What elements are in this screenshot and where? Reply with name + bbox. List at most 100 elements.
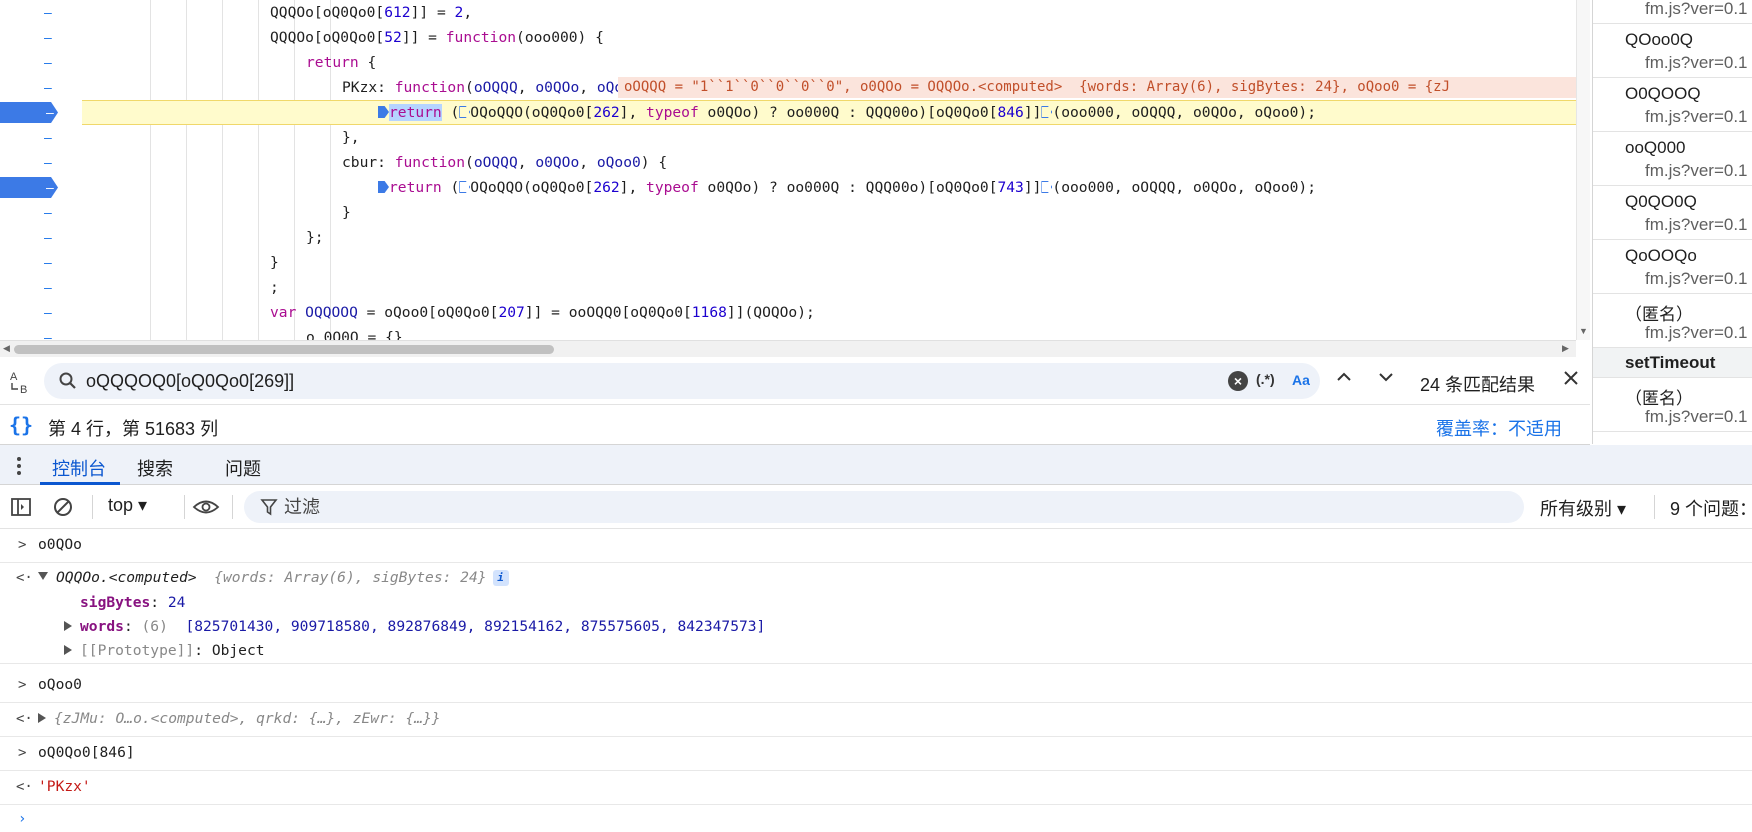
gutter-line[interactable]: – [0,225,82,250]
info-icon[interactable]: i [492,570,509,586]
editor-status-bar: {} 第 4 行，第 51683 列 覆盖率：不适用 [0,405,1590,445]
call-stack-frame[interactable]: fm.js?ver=0.1 [1593,0,1752,24]
code-line[interactable]: var OQQOOQ = oQoo0[oQ0Qo0[207]] = ooOQQ0… [82,300,1576,325]
horizontal-scroll-thumb[interactable] [14,345,554,354]
match-case-ab-icon[interactable]: A B [8,369,36,397]
expand-triangle-icon[interactable] [38,713,46,723]
console-result-row[interactable]: <· {zJMu: O…o.<computed>, qrkd: {…}, zEwr… [0,707,1752,737]
tab-issues[interactable]: 问题 [225,455,261,481]
context-selector[interactable]: top ▾ [108,495,147,516]
frame-file-name: fm.js?ver=0.1 [1645,161,1748,180]
console-input-row[interactable]: > oQoo0 [0,673,1752,703]
result-class-name: OQQOo.<computed> [56,569,197,586]
expand-triangle-icon[interactable] [64,621,72,631]
scroll-down-icon[interactable]: ▼ [1579,326,1588,336]
live-expression-eye-icon[interactable] [192,496,220,518]
gutter-line[interactable]: – [0,75,82,100]
vertical-scrollbar[interactable]: ▼ [1576,0,1590,340]
code-line[interactable]: } [82,250,1576,275]
code-line[interactable]: return (OQoQQO(oQ0Qo0[262], typeof o0QOo… [82,175,1576,200]
sidebar-toggle-icon[interactable] [10,496,32,518]
frame-file-name: fm.js?ver=0.1 [1645,107,1748,126]
call-stack-frame[interactable]: ooQ000 fm.js?ver=0.1 [1593,132,1752,186]
call-stack-frame[interactable]: （匿名） fm.js?ver=0.1 [1593,378,1752,432]
code-area[interactable]: QQQOo[oQ0Qo0[612]] = 2, QQQOo[oQ0Qo0[52]]… [82,0,1576,346]
source-editor[interactable]: – – – – – – – – – – – – – – QQQOo[oQ0Qo0[612]] = 2, QQ… [0,0,1590,357]
regex-toggle-button[interactable]: (.*) [1256,371,1275,387]
clear-search-icon[interactable]: × [1228,371,1248,391]
gutter-line[interactable]: – [0,300,82,325]
console-result-row[interactable]: <· OQQOo.<computed> {words: Array(6), sig… [0,566,1752,591]
more-options-icon[interactable] [14,455,24,477]
frame-function-name: O0QOOQ [1625,84,1701,103]
gutter-dash: – [44,154,52,170]
gutter-line[interactable]: – [0,125,82,150]
horizontal-scrollbar[interactable]: ◀ ▶ [0,340,1576,357]
code-line[interactable]: return { [82,50,1576,75]
result-summary: {zJMu: O…o.<computed>, qrkd: {…}, zEwr: … [54,710,441,727]
call-stack-frame[interactable]: O0QOOQ fm.js?ver=0.1 [1593,78,1752,132]
breakpoint-marker[interactable]: – [0,102,58,123]
code-line[interactable]: QQQOo[oQ0Qo0[52]] = function(ooo000) { [82,25,1576,50]
expand-triangle-icon[interactable] [64,645,72,655]
gutter-line[interactable]: – [0,250,82,275]
console-prompt-row[interactable]: › [0,811,1752,831]
code-line[interactable]: PKzx: function(oOQQQ, o0QOo, oQoo0) {oOQ… [82,75,1576,100]
next-match-icon[interactable] [1376,367,1396,387]
gutter-line[interactable]: – [0,150,82,175]
object-property-row[interactable]: words: (6) [825701430, 909718580, 892876… [0,615,1752,639]
expand-triangle-icon[interactable] [38,572,48,580]
current-execution-line[interactable]: return (OQoQQO(oQ0Qo0[262], typeof o0QOo… [82,100,1576,125]
console-result-row[interactable]: <· 'PKzx' [0,775,1752,805]
code-line[interactable]: }; [82,225,1576,250]
tab-search[interactable]: 搜索 [137,455,173,481]
filter-input[interactable] [284,491,1484,523]
call-stack-frame[interactable]: （匿名） fm.js?ver=0.1 [1593,294,1752,348]
property-value: Object [211,642,265,659]
console-caret-icon: › [18,811,27,827]
input-expression: oQ0Qo0[846] [38,744,135,761]
code-line[interactable]: } [82,200,1576,225]
call-stack-frame[interactable]: QoOOQo fm.js?ver=0.1 [1593,240,1752,294]
match-case-button[interactable]: Aa [1292,372,1310,388]
call-stack-frame[interactable]: QOoo0Q fm.js?ver=0.1 [1593,24,1752,78]
close-search-icon[interactable] [1560,367,1582,389]
code-line[interactable]: ; [82,275,1576,300]
code-line[interactable]: cbur: function(oOQQQ, o0QOo, oQoo0) { [82,150,1576,175]
pretty-print-braces-icon[interactable]: {} [9,413,33,437]
log-levels-dropdown[interactable]: 所有级别 ▾ [1540,495,1626,521]
issues-count-button[interactable]: 9 个问题： [1670,495,1752,521]
toolbar-divider [232,495,233,519]
scroll-right-icon[interactable]: ▶ [1562,343,1569,354]
console-input-row[interactable]: > o0QOo [0,533,1752,563]
breakpoint-marker[interactable]: – [0,177,58,198]
frame-file-name: fm.js?ver=0.1 [1645,53,1748,72]
gutter-line[interactable]: – [0,275,82,300]
console-output[interactable]: > o0QOo <· OQQOo.<computed> {words: Array(6… [0,529,1752,832]
gutter-line[interactable]: – [0,50,82,75]
gutter-dash: – [44,304,52,320]
gutter-line[interactable]: – [0,175,82,200]
svg-text:A: A [10,371,18,383]
code-line[interactable]: QQQOo[oQ0Qo0[612]] = 2, [82,0,1576,25]
clear-console-icon[interactable] [52,496,74,518]
gutter-line[interactable]: – [0,200,82,225]
line-gutter[interactable]: – – – – – – – – – – – – – – [0,0,82,345]
object-property-row[interactable]: sigBytes: 24 [0,591,1752,615]
gutter-line[interactable]: – [0,0,82,25]
search-input[interactable] [86,363,1206,399]
call-stack-frame[interactable]: Q0QO0Q fm.js?ver=0.1 [1593,186,1752,240]
gutter-line[interactable]: – [0,25,82,50]
object-prototype-row[interactable]: [[Prototype]]: Object [0,639,1752,664]
code-line[interactable]: }, [82,125,1576,150]
property-value: [825701430, 909718580, 892876849, 892154… [185,618,766,635]
gutter-line[interactable]: – [0,100,82,125]
gutter-dash: – [44,79,52,95]
scroll-left-icon[interactable]: ◀ [3,343,10,354]
tab-console[interactable]: 控制台 [52,455,106,481]
previous-match-icon[interactable] [1334,367,1354,387]
coverage-link[interactable]: 覆盖率：不适用 [1436,415,1562,441]
frame-file-name: fm.js?ver=0.1 [1645,407,1748,426]
console-input-row[interactable]: > oQ0Qo0[846] [0,741,1752,771]
result-summary: {words: Array(6), sigBytes: 24} [214,569,487,586]
